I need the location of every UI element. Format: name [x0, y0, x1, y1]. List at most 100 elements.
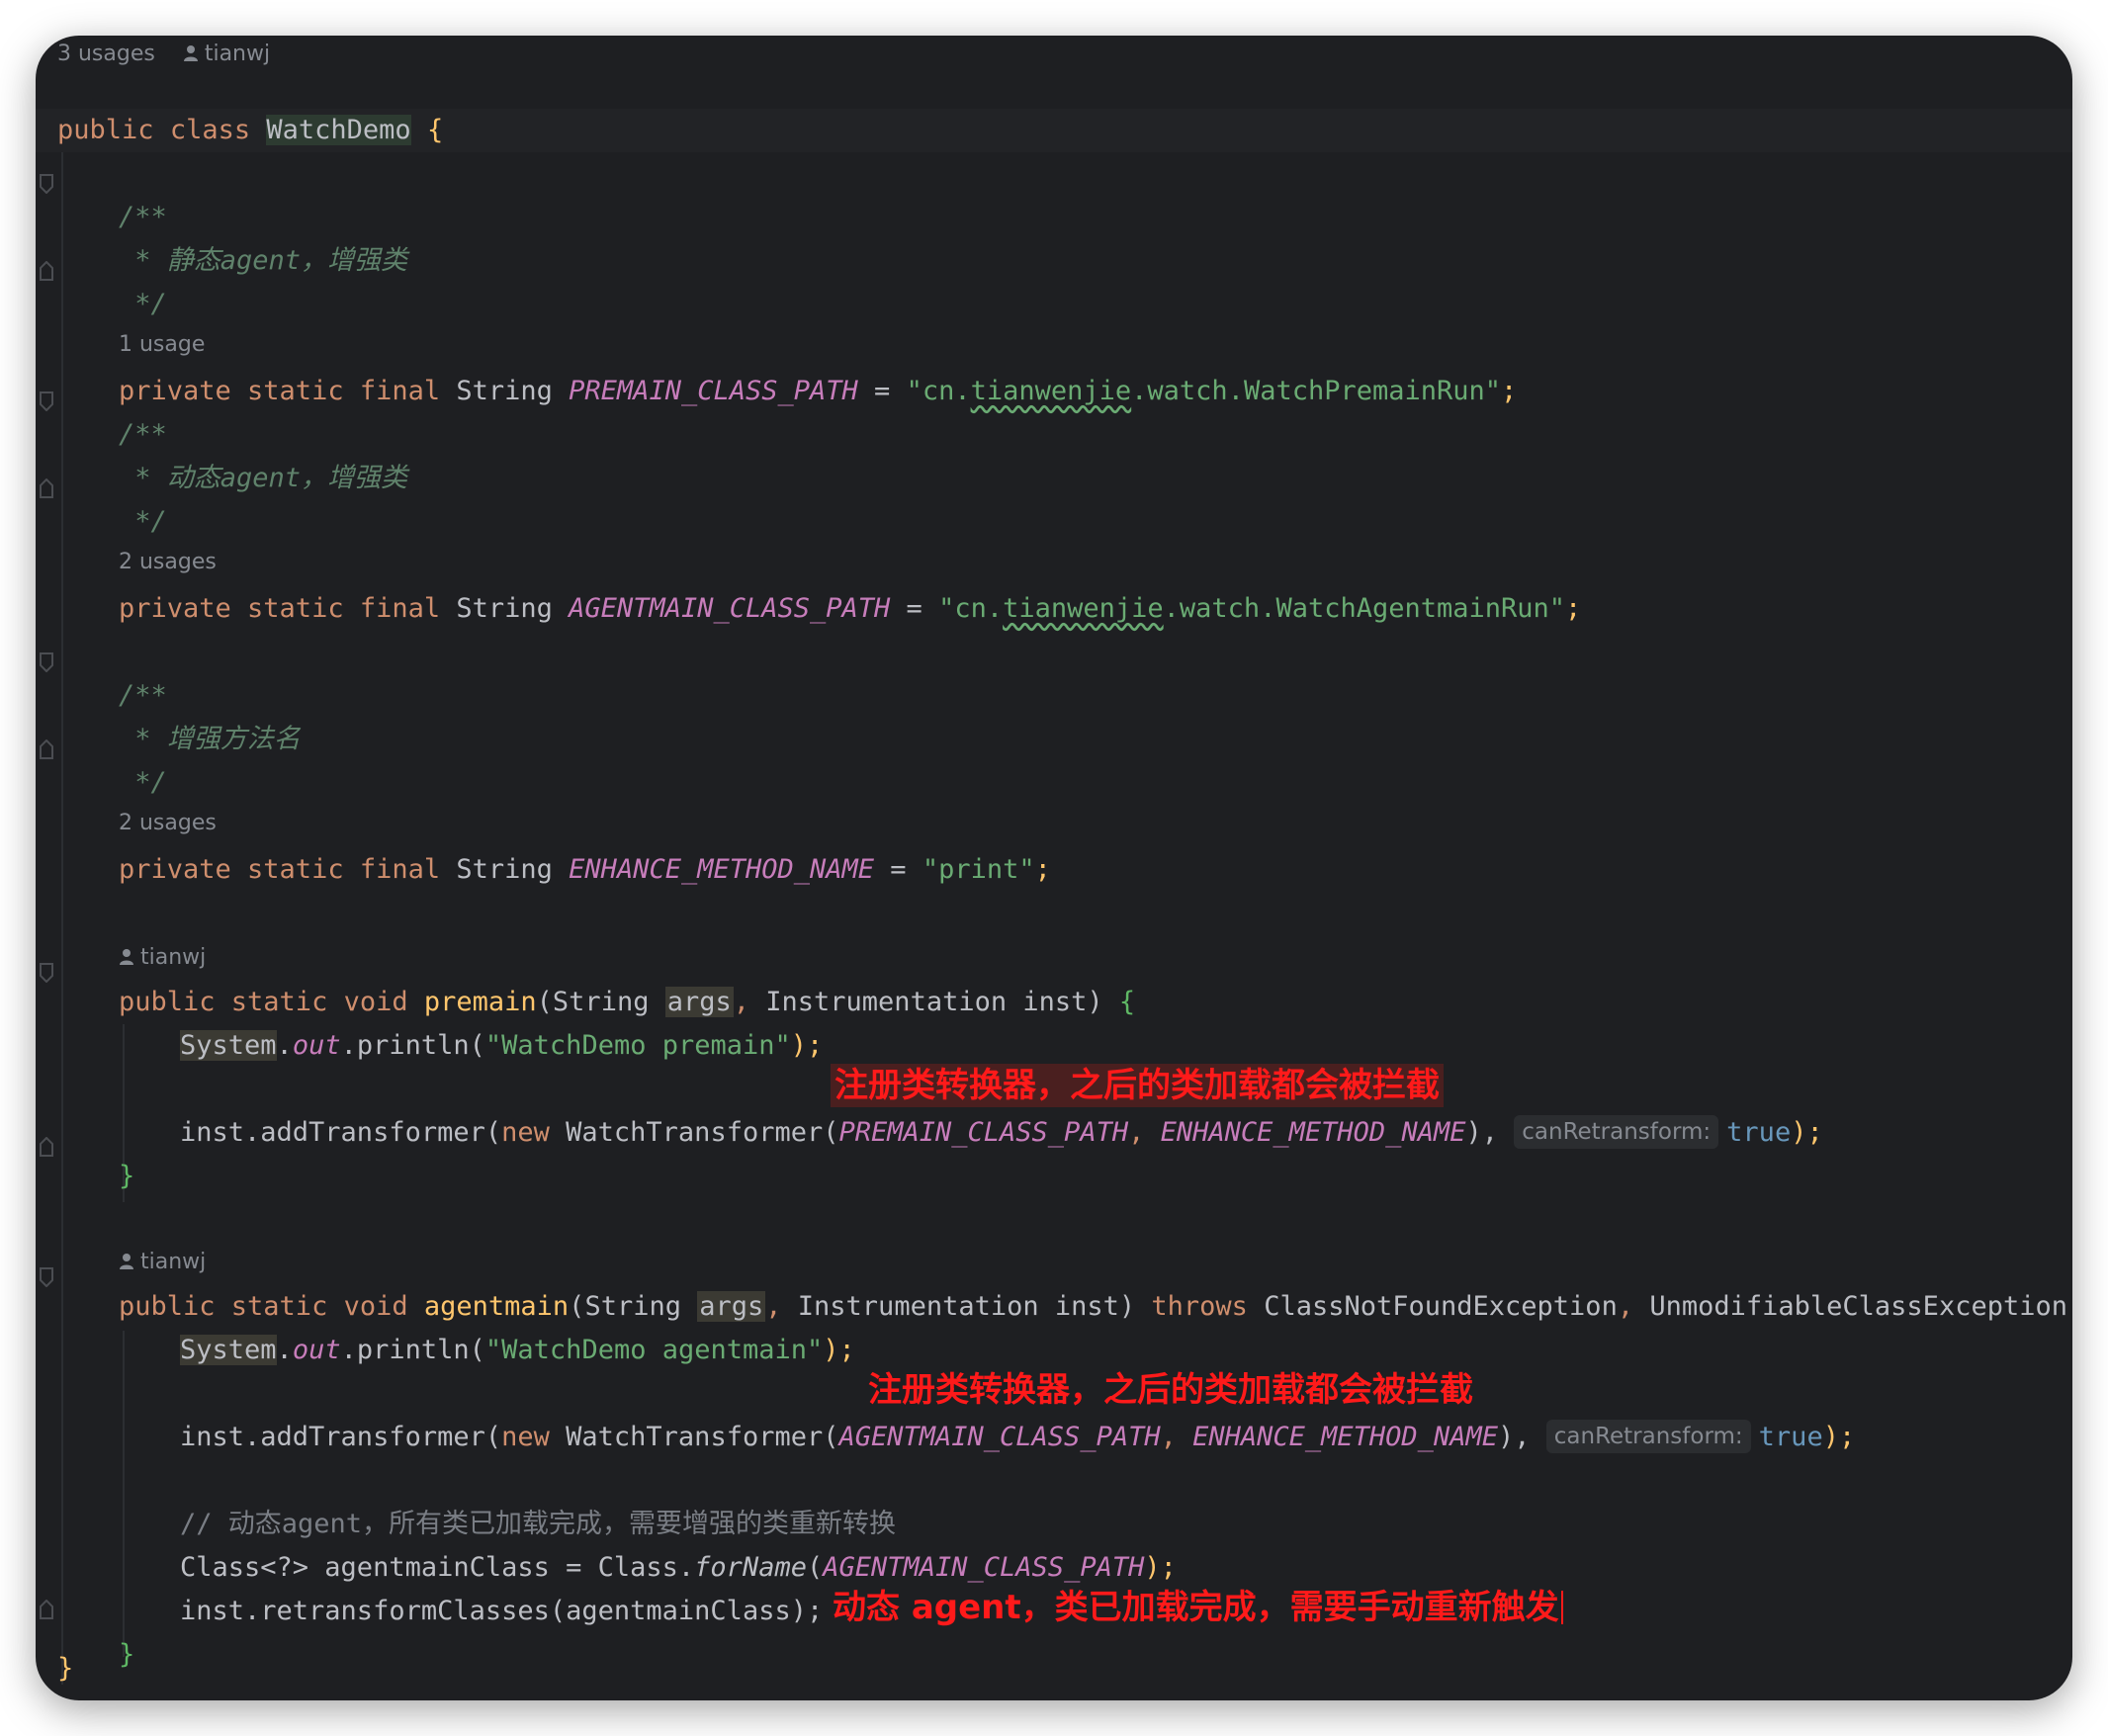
fold-marker-icon[interactable]: [40, 1267, 53, 1287]
parameter-inlay-hint: canRetransform:: [1514, 1115, 1719, 1149]
person-icon: [183, 42, 199, 71]
string-literal: .watch.WatchPremainRun": [1131, 376, 1502, 406]
dot: .: [276, 1335, 293, 1365]
doc-comment-line[interactable]: * 增强方法名: [119, 718, 301, 761]
modifiers: public static void: [119, 1291, 424, 1322]
red-annotation-1: 注册类转换器，之后的类加载都会被拦截: [831, 1064, 1444, 1107]
doc-comment-line[interactable]: /**: [119, 674, 167, 718]
string-literal: .watch.WatchAgentmainRun": [1163, 593, 1566, 624]
doc-comment-line[interactable]: /**: [119, 196, 167, 239]
exception-class[interactable]: ClassNotFoundException: [1264, 1291, 1618, 1322]
red-annotation-2: 注册类转换器，之后的类加载都会被拦截: [868, 1370, 1473, 1410]
author-name[interactable]: tianwj: [140, 945, 206, 970]
fold-marker-icon[interactable]: [40, 1137, 53, 1157]
static-method[interactable]: forName: [694, 1552, 807, 1583]
system-class[interactable]: System: [180, 1030, 277, 1061]
fold-marker-icon[interactable]: [40, 652, 53, 672]
doc-comment-line[interactable]: * 动态agent，增强类: [119, 457, 407, 500]
paren: (: [569, 1291, 585, 1322]
author-hint[interactable]: tianwj: [119, 1248, 206, 1279]
doc-comment-line[interactable]: */: [119, 500, 167, 544]
code-line-premain-addtransformer[interactable]: inst.addTransformer(new WatchTransformer…: [180, 1111, 1823, 1155]
constant-arg[interactable]: PREMAIN_CLASS_PATH: [838, 1117, 1128, 1148]
typo-string[interactable]: tianwenjie: [971, 376, 1132, 406]
comma: ,: [733, 987, 766, 1017]
class-usage-hint[interactable]: 3 usages tianwj: [57, 40, 270, 71]
fold-marker-icon[interactable]: [40, 963, 53, 983]
constant-name[interactable]: ENHANCE_METHOD_NAME: [569, 854, 874, 885]
paren: (: [806, 1552, 824, 1583]
param-type: String: [584, 1291, 698, 1322]
method-name[interactable]: agentmain: [424, 1291, 569, 1322]
method-call: inst.addTransformer(: [180, 1117, 502, 1148]
class-name[interactable]: WatchTransformer(: [566, 1117, 838, 1148]
paren-semicolon: );: [1144, 1552, 1177, 1583]
exception-class[interactable]: UnmodifiableClassException: [1649, 1291, 2067, 1322]
code-line-class-close[interactable]: }: [57, 1647, 73, 1691]
constant-arg[interactable]: AGENTMAIN_CLASS_PATH: [838, 1422, 1160, 1452]
paren-comma: ),: [1497, 1422, 1546, 1452]
author-name[interactable]: tianwj: [205, 42, 270, 66]
code-line-field-method-name[interactable]: private static final String ENHANCE_METH…: [119, 848, 1051, 892]
doc-comment-line[interactable]: */: [119, 283, 167, 326]
fold-marker-icon[interactable]: [40, 261, 53, 281]
semicolon: ;: [1501, 376, 1518, 406]
fold-marker-icon[interactable]: [40, 391, 53, 411]
param-name[interactable]: args: [697, 1291, 766, 1322]
code-line-close-brace[interactable]: }: [119, 1633, 134, 1677]
code-line-field-premain[interactable]: private static final String PREMAIN_CLAS…: [119, 370, 1517, 413]
string-literal: "WatchDemo agentmain": [484, 1335, 824, 1365]
code-line-comment[interactable]: // 动态agent，所有类已加载完成，需要增强的类重新转换: [180, 1503, 896, 1546]
usage-hint[interactable]: 2 usages: [119, 548, 217, 577]
comma: ,: [1617, 1291, 1650, 1322]
code-line-forname[interactable]: Class<?> agentmainClass = Class.forName(…: [180, 1546, 1177, 1590]
usage-hint[interactable]: 1 usage: [119, 330, 205, 360]
code-line-agentmain-addtransformer[interactable]: inst.addTransformer(new WatchTransformer…: [180, 1416, 1855, 1459]
parameter-inlay-hint: canRetransform:: [1545, 1420, 1751, 1453]
code-line-agentmain-signature[interactable]: public static void agentmain(String args…: [119, 1285, 2072, 1329]
code-line-agentmain-println[interactable]: System.out.println("WatchDemo agentmain"…: [180, 1329, 855, 1372]
code-line-field-agentmain[interactable]: private static final String AGENTMAIN_CL…: [119, 587, 1581, 631]
constant-name[interactable]: PREMAIN_CLASS_PATH: [569, 376, 858, 406]
code-line-class-decl[interactable]: public class WatchDemo {: [57, 109, 443, 152]
doc-comment-line[interactable]: /**: [119, 413, 167, 457]
doc-comment-line[interactable]: */: [119, 761, 167, 805]
code-line-premain-println[interactable]: System.out.println("WatchDemo premain");: [180, 1024, 823, 1068]
static-field[interactable]: out: [293, 1030, 341, 1061]
typo-string[interactable]: tianwenjie: [1003, 593, 1164, 624]
paren-semicolon: );: [823, 1335, 855, 1365]
dot: .: [276, 1030, 293, 1061]
paren-comma: ),: [1465, 1117, 1515, 1148]
person-icon: [119, 1250, 134, 1279]
code-line-close-brace[interactable]: }: [119, 1155, 134, 1198]
author-name[interactable]: tianwj: [140, 1250, 206, 1274]
constant-name[interactable]: AGENTMAIN_CLASS_PATH: [569, 593, 890, 624]
fold-marker-icon[interactable]: [40, 478, 53, 498]
param-name[interactable]: args: [664, 987, 734, 1017]
paren-semicolon: );: [790, 1030, 824, 1061]
author-hint[interactable]: tianwj: [119, 943, 206, 975]
doc-comment-line[interactable]: * 静态agent，增强类: [119, 239, 407, 283]
constant-arg[interactable]: ENHANCE_METHOD_NAME: [1192, 1422, 1498, 1452]
usage-hint[interactable]: 2 usages: [119, 809, 217, 838]
modifiers: private static final: [119, 376, 457, 406]
string-literal: "cn.: [938, 593, 1004, 624]
fold-marker-icon[interactable]: [40, 739, 53, 759]
modifiers: public static void: [119, 987, 424, 1017]
class-name[interactable]: WatchTransformer(: [566, 1422, 838, 1452]
fold-marker-icon[interactable]: [40, 174, 53, 194]
paren: ): [1118, 1291, 1152, 1322]
fold-marker-icon[interactable]: [40, 1600, 53, 1619]
code-line-premain-signature[interactable]: public static void premain(String args, …: [119, 981, 1135, 1024]
paren-semicolon: );: [1791, 1117, 1823, 1148]
operator: =: [890, 593, 939, 624]
usages-count[interactable]: 3 usages: [57, 42, 155, 66]
method-name[interactable]: premain: [424, 987, 537, 1017]
comma: ,: [765, 1291, 798, 1322]
system-class[interactable]: System: [180, 1335, 277, 1365]
constant-arg[interactable]: ENHANCE_METHOD_NAME: [1161, 1117, 1466, 1148]
constant-arg[interactable]: AGENTMAIN_CLASS_PATH: [823, 1552, 1144, 1583]
static-field[interactable]: out: [293, 1335, 341, 1365]
code-line-retransform[interactable]: inst.retransformClasses(agentmainClass);: [180, 1590, 823, 1633]
class-name[interactable]: WatchDemo: [266, 115, 411, 145]
